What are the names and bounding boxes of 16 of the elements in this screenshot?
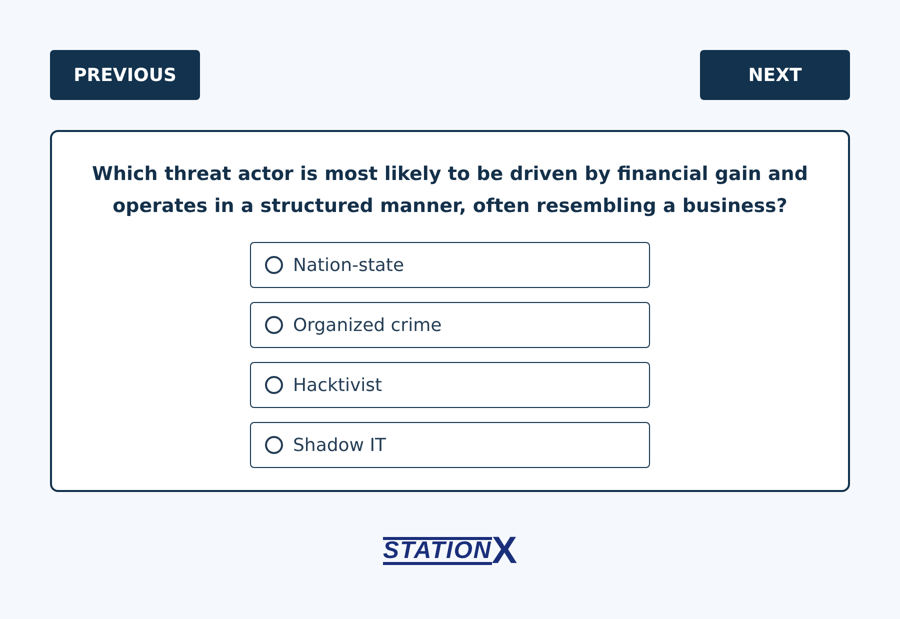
answer-option[interactable]: Nation-state bbox=[250, 242, 650, 288]
radio-button[interactable] bbox=[265, 256, 283, 274]
logo: STATIONX bbox=[382, 534, 518, 568]
answer-option[interactable]: Organized crime bbox=[250, 302, 650, 348]
question-text: Which threat actor is most likely to be driven by financial gain and operates in a structured manner, often resembling a business? bbox=[91, 162, 809, 219]
radio-button[interactable] bbox=[265, 376, 283, 394]
option-label: Shadow IT bbox=[293, 434, 386, 458]
answer-option[interactable]: Shadow IT bbox=[250, 422, 650, 468]
option-label: Nation-state bbox=[293, 254, 404, 278]
next-button[interactable]: NEXT bbox=[700, 50, 850, 100]
option-label: Organized crime bbox=[293, 314, 442, 338]
option-label: Hacktivist bbox=[293, 374, 382, 398]
radio-button[interactable] bbox=[265, 316, 283, 334]
previous-button[interactable]: PREVIOUS bbox=[50, 50, 200, 100]
radio-button[interactable] bbox=[265, 436, 283, 454]
answer-option[interactable]: Hacktivist bbox=[250, 362, 650, 408]
